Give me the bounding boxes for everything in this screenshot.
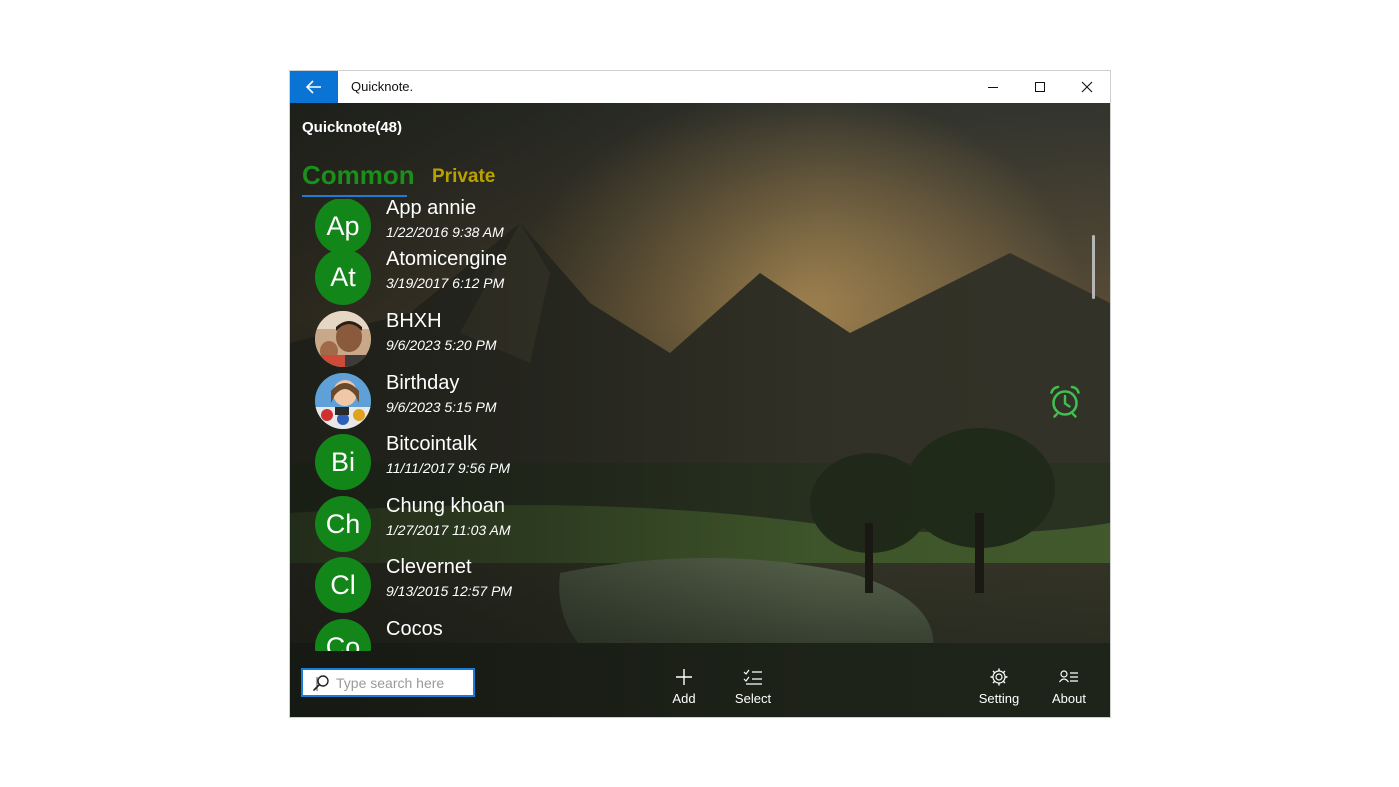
list-item[interactable]: Cl Clevernet 9/13/2015 12:57 PM <box>290 556 890 617</box>
note-list[interactable]: Ap App annie 1/22/2016 9:38 AM At Atomic… <box>290 199 1080 651</box>
note-date: 1/27/2017 11:03 AM <box>386 522 511 538</box>
about-button[interactable]: About <box>1039 665 1099 709</box>
note-title: Chung khoan <box>386 495 505 517</box>
avatar: Ch <box>315 496 371 552</box>
close-icon <box>1081 81 1092 93</box>
list-item[interactable]: BHXH 9/6/2023 5:20 PM <box>290 310 890 371</box>
note-title: Birthday <box>386 372 460 394</box>
search-box[interactable] <box>301 668 475 697</box>
avatar: Ap <box>315 199 371 254</box>
search-icon <box>313 675 329 691</box>
alarm-button[interactable] <box>1048 384 1082 418</box>
minimize-button[interactable] <box>969 71 1016 103</box>
title-bar: Quicknote. <box>290 71 1110 103</box>
list-item[interactable]: Co Cocos <box>290 618 890 651</box>
plus-icon <box>676 669 692 685</box>
maximize-icon <box>1034 82 1045 92</box>
search-input[interactable] <box>336 672 471 694</box>
note-date: 1/22/2016 9:38 AM <box>386 224 504 240</box>
avatar: Co <box>315 619 371 651</box>
note-title: BHXH <box>386 310 442 332</box>
setting-button[interactable]: Setting <box>969 665 1029 709</box>
arrow-left-icon <box>306 80 321 94</box>
note-title: Bitcointalk <box>386 433 478 455</box>
maximize-button[interactable] <box>1016 71 1063 103</box>
back-button[interactable] <box>290 71 338 103</box>
avatar: Cl <box>315 557 371 613</box>
select-button-label: Select <box>734 691 772 706</box>
alarm-clock-icon <box>1050 385 1080 418</box>
note-date: 9/6/2023 5:15 PM <box>386 399 497 415</box>
checklist-icon <box>743 669 762 685</box>
note-title: Cocos <box>386 618 443 640</box>
contact-list-icon <box>1059 670 1078 683</box>
close-button[interactable] <box>1063 71 1110 103</box>
note-title: Atomicengine <box>386 248 508 270</box>
note-date: 9/6/2023 5:20 PM <box>386 337 497 353</box>
tab-common[interactable]: Common <box>302 160 415 191</box>
setting-button-label: Setting <box>978 691 1020 706</box>
list-item[interactable]: Ch Chung khoan 1/27/2017 11:03 AM <box>290 495 890 556</box>
note-title: App annie <box>386 199 477 219</box>
photo-avatar <box>315 311 371 367</box>
avatar: At <box>315 249 371 305</box>
minimize-icon <box>987 87 998 88</box>
list-item[interactable]: Bi Bitcointalk 11/11/2017 9:56 PM <box>290 433 890 494</box>
photo-avatar <box>315 373 371 429</box>
add-button[interactable]: Add <box>654 665 714 709</box>
select-button[interactable]: Select <box>723 665 783 709</box>
app-window: Quicknote. Quicknote(48) Common Private … <box>290 71 1110 717</box>
note-date: 9/13/2015 12:57 PM <box>386 583 513 599</box>
tab-selection-indicator <box>302 195 407 197</box>
page-title: Quicknote(48) <box>302 119 403 136</box>
avatar: Bi <box>315 434 371 490</box>
add-button-label: Add <box>672 691 696 706</box>
note-title: Clevernet <box>386 556 472 578</box>
list-item[interactable]: At Atomicengine 3/19/2017 6:12 PM <box>290 248 890 309</box>
window-title: Quicknote. <box>351 79 414 94</box>
about-button-label: About <box>1052 691 1086 706</box>
list-scrollbar[interactable] <box>1092 235 1095 299</box>
note-date: 11/11/2017 9:56 PM <box>386 460 511 476</box>
list-item[interactable]: Birthday 9/6/2023 5:15 PM <box>290 372 890 433</box>
gear-icon <box>990 668 1008 686</box>
tab-private[interactable]: Private <box>432 166 495 188</box>
note-date: 3/19/2017 6:12 PM <box>386 275 505 291</box>
